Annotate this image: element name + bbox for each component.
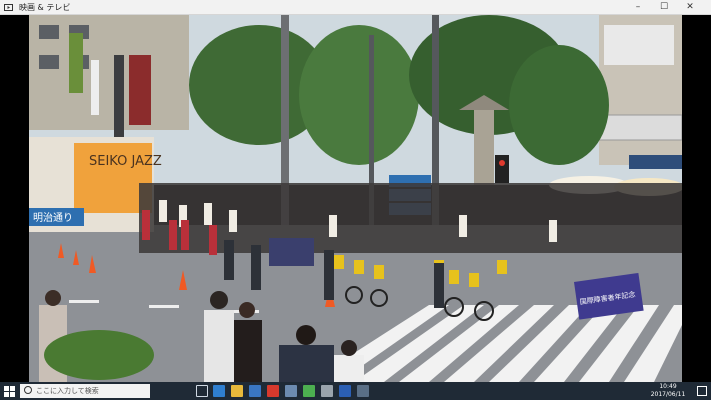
clock-time: 10:49 <box>659 383 677 390</box>
maximize-button[interactable]: ☐ <box>651 0 677 15</box>
video-player[interactable]: SEIKO JAZZ 明治通り 国際障害者年記念 <box>0 15 711 382</box>
video-frame[interactable]: SEIKO JAZZ 明治通り 国際障害者年記念 <box>29 15 682 382</box>
edge-icon[interactable] <box>213 385 225 397</box>
clock-date: 2017/06/11 <box>650 391 686 398</box>
stone-lantern <box>474 105 494 185</box>
crowd <box>139 183 682 253</box>
video-app-icon[interactable] <box>357 385 369 397</box>
spectator-white-shirt <box>204 310 234 382</box>
mail-icon[interactable] <box>285 385 297 397</box>
store-icon[interactable] <box>249 385 261 397</box>
minimize-button[interactable]: – <box>625 0 651 15</box>
task-view-icon[interactable] <box>196 385 208 397</box>
bushes <box>44 330 154 380</box>
direction-sign-text: 明治通り <box>33 211 73 224</box>
close-button[interactable]: ✕ <box>677 0 703 15</box>
shop-sign-text: SEIKO JAZZ <box>89 154 162 169</box>
clock[interactable]: 10:49 2017/06/11 <box>645 383 691 399</box>
title-bar: 映画 & テレビ – ☐ ✕ <box>0 0 711 15</box>
taskbar: ここに入力して検索 10:49 2017/06/11 <box>0 382 711 400</box>
parade-scene-image: SEIKO JAZZ 明治通り 国際障害者年記念 <box>29 15 682 382</box>
search-icon <box>24 386 32 394</box>
notification-icon[interactable] <box>697 386 707 396</box>
settings-icon[interactable] <box>321 385 333 397</box>
traffic-light <box>495 155 509 183</box>
mcafee-icon[interactable] <box>267 385 279 397</box>
chrome-icon[interactable] <box>303 385 315 397</box>
search-box[interactable]: ここに入力して検索 <box>20 384 150 398</box>
movies-tv-app-icon <box>4 4 13 11</box>
green-vertical-banner <box>69 33 83 93</box>
search-placeholder: ここに入力して検索 <box>36 387 99 395</box>
word-icon[interactable] <box>339 385 351 397</box>
windows-start-icon[interactable] <box>4 386 15 397</box>
file-explorer-icon[interactable] <box>231 385 243 397</box>
window-title: 映画 & テレビ <box>19 3 71 12</box>
walking-banner <box>269 238 314 266</box>
